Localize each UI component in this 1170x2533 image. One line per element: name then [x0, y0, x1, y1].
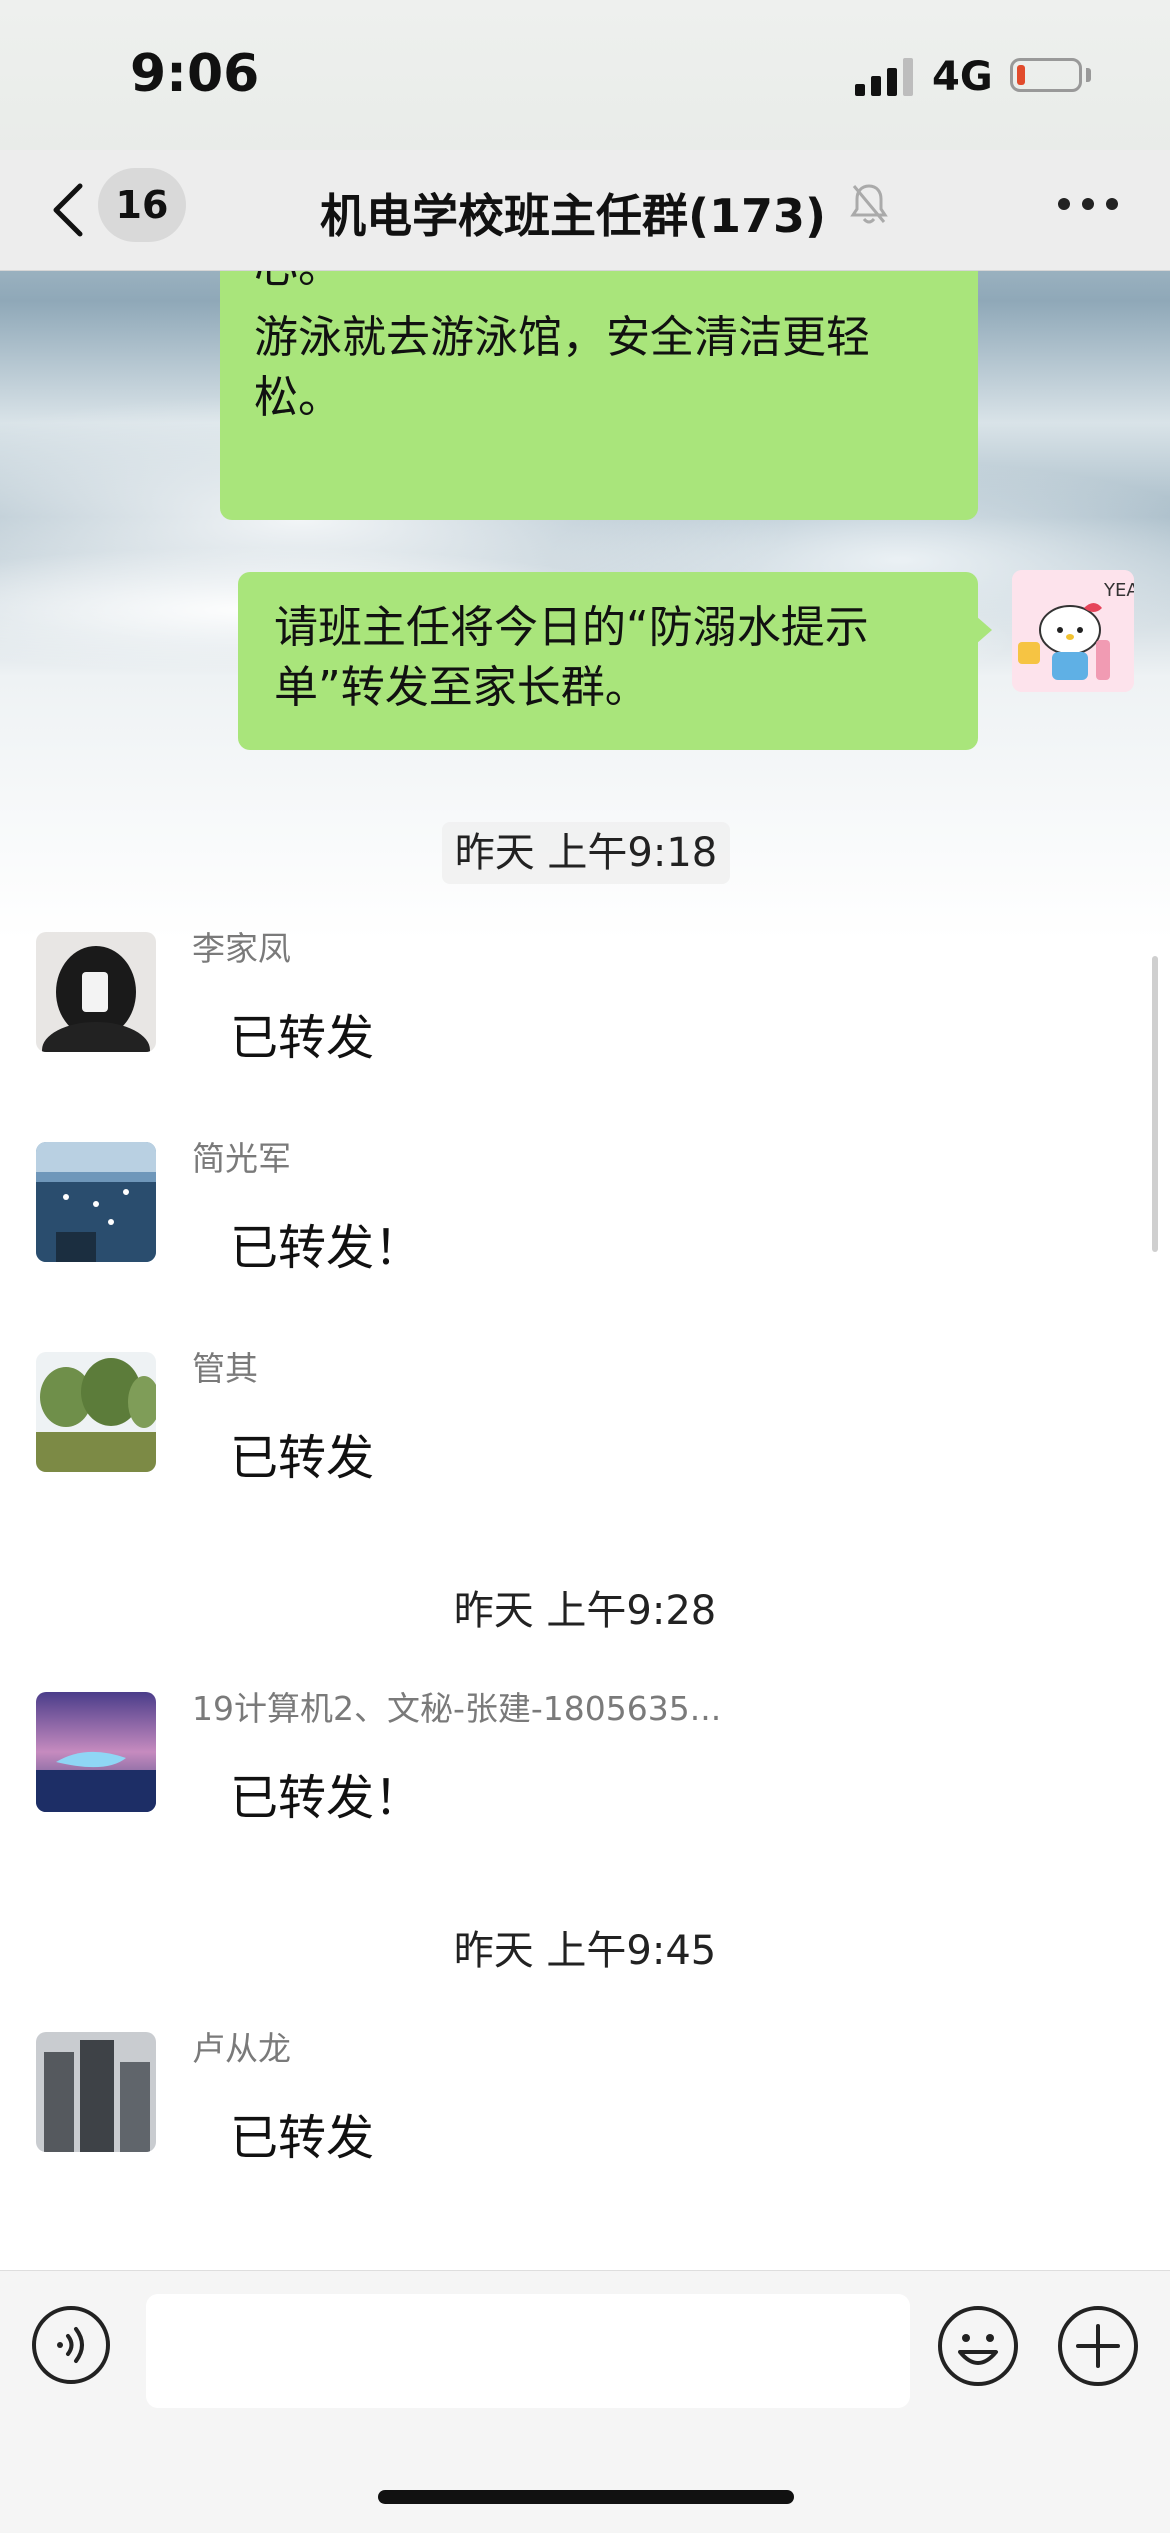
- unread-badge[interactable]: 16: [98, 168, 186, 242]
- svg-text:YEAH: YEAH: [1103, 580, 1134, 601]
- battery-tip: [1086, 68, 1091, 82]
- timestamp: 昨天 上午9:18: [442, 822, 730, 884]
- message-input[interactable]: [146, 2294, 910, 2408]
- message-line: 单”转发至家长群。: [274, 662, 649, 713]
- message-text[interactable]: 已转发: [230, 998, 374, 1068]
- own-message-bubble[interactable]: 心。 游泳就去游泳馆，安全清洁更轻 松。: [220, 242, 978, 520]
- message-line: 松。: [254, 372, 342, 423]
- sender-name: 卢从龙: [192, 2029, 291, 2068]
- plus-icon[interactable]: [1056, 2304, 1140, 2388]
- voice-icon[interactable]: [30, 2304, 112, 2386]
- message-text[interactable]: 已转发！: [230, 1758, 422, 1828]
- battery-icon: [1010, 58, 1082, 92]
- bell-slash-icon: [850, 184, 888, 224]
- message-line: 游泳就去游泳馆，安全清洁更轻: [254, 312, 870, 363]
- home-indicator[interactable]: [378, 2490, 794, 2504]
- status-bar: 9:06 4G: [0, 0, 1170, 150]
- emoji-icon[interactable]: [936, 2304, 1020, 2388]
- avatar[interactable]: [36, 1142, 156, 1262]
- message-line: 请班主任将今日的“防溺水提示: [274, 602, 869, 653]
- more-dots-icon[interactable]: [1058, 198, 1118, 214]
- scroll-indicator[interactable]: [1152, 956, 1158, 1252]
- message-text[interactable]: 已转发！: [230, 1208, 422, 1278]
- status-time: 9:06: [130, 44, 260, 104]
- bubble-tail: [976, 616, 992, 644]
- avatar[interactable]: [36, 932, 156, 1052]
- my-avatar[interactable]: YEAH: [1012, 570, 1134, 692]
- sender-name: 管其: [192, 1349, 258, 1388]
- avatar[interactable]: [36, 1692, 156, 1812]
- avatar[interactable]: [36, 1352, 156, 1472]
- chat-title[interactable]: 机电学校班主任群(173): [320, 180, 826, 246]
- timestamp: 昨天 上午9:28: [453, 1588, 717, 1634]
- message-text[interactable]: 已转发: [230, 1418, 374, 1488]
- sender-name: 李家凤: [192, 929, 291, 968]
- back-icon[interactable]: [44, 180, 94, 240]
- avatar[interactable]: [36, 2032, 156, 2152]
- sender-name: 简光军: [192, 1139, 291, 1178]
- timestamp: 昨天 上午9:45: [453, 1928, 717, 1974]
- network-type: 4G: [932, 54, 993, 100]
- own-message-bubble[interactable]: 请班主任将今日的“防溺水提示 单”转发至家长群。: [238, 572, 978, 750]
- signal-icon: [855, 58, 917, 96]
- sender-name: 19计算机2、文秘-张建-1805635...: [192, 1689, 722, 1728]
- message-text[interactable]: 已转发: [230, 2098, 374, 2168]
